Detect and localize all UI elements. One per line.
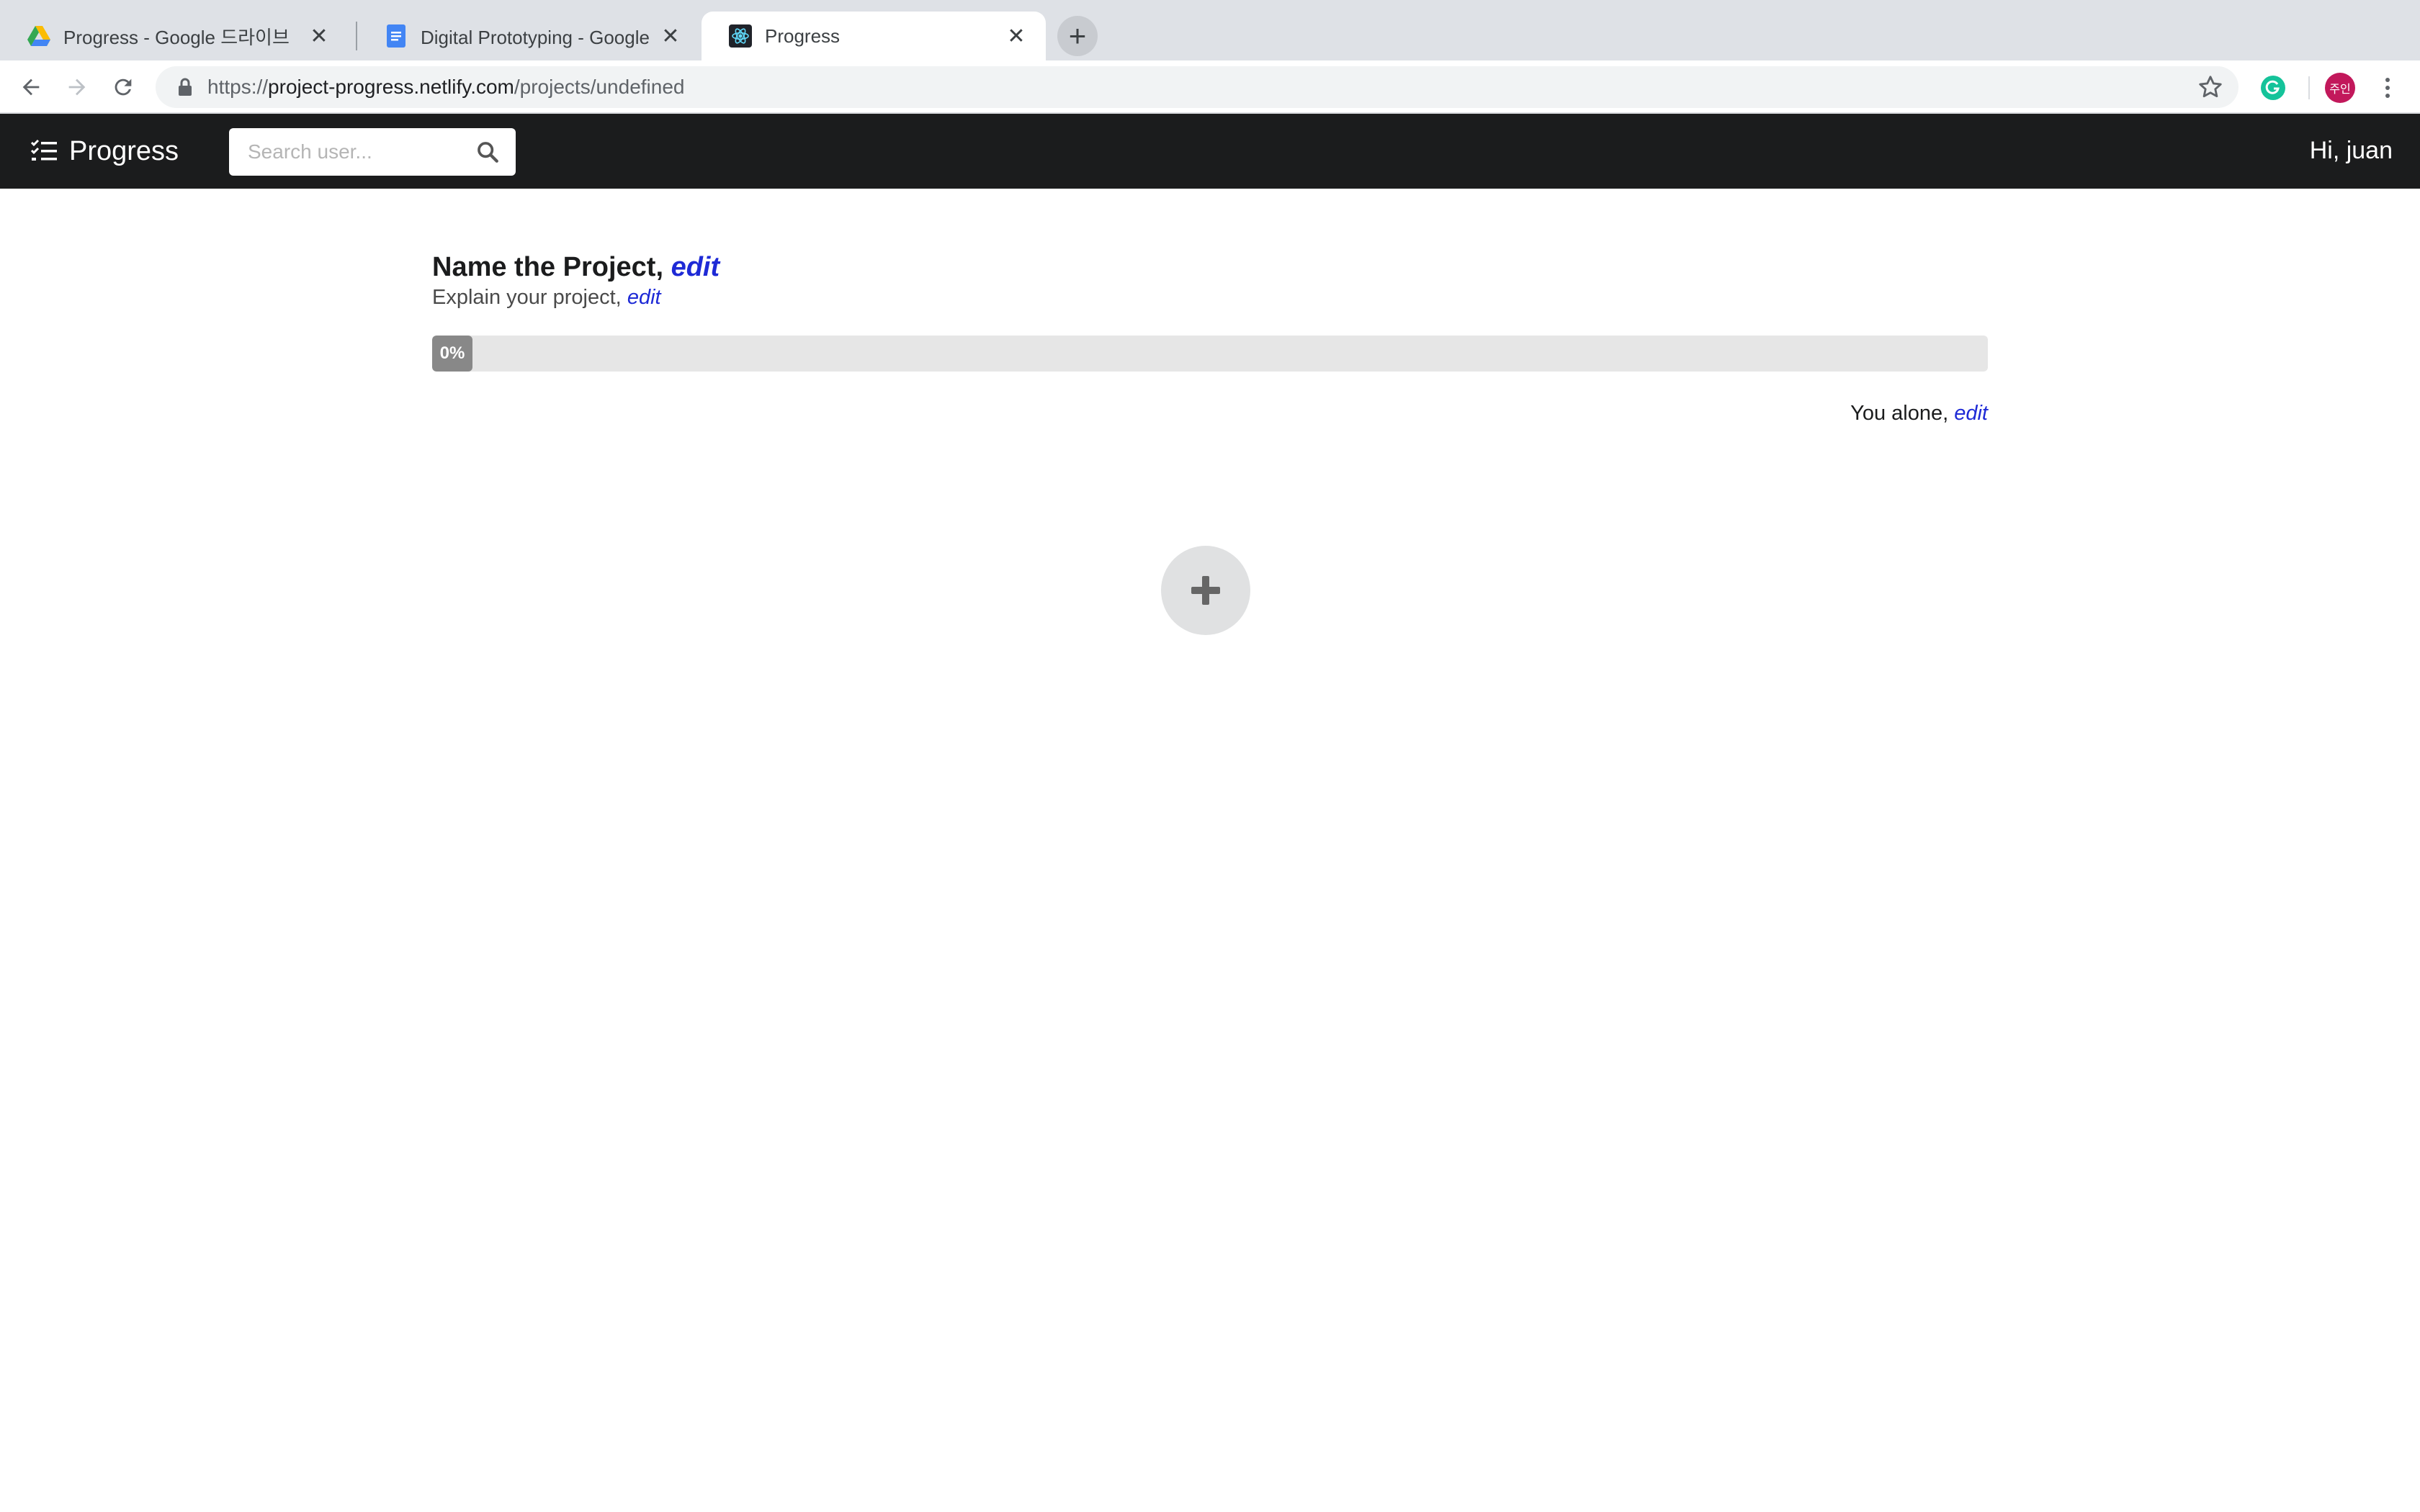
edit-description-link[interactable]: edit: [627, 286, 661, 309]
tasks-list-icon: [30, 139, 57, 161]
user-search-box[interactable]: [229, 128, 516, 176]
close-icon[interactable]: ✕: [658, 24, 683, 48]
browser-menu-button[interactable]: [2375, 73, 2400, 103]
url-text: https://project-progress.netlify.com/pro…: [207, 76, 685, 98]
back-button[interactable]: [13, 69, 49, 105]
browser-tab-title: Progress: [765, 24, 841, 47]
project-title: Name the Project, edit: [432, 252, 1988, 283]
toolbar-divider: [2308, 76, 2310, 99]
progress-label: 0%: [439, 343, 465, 363]
progress-fill: 0%: [432, 336, 472, 372]
browser-tab-strip: Progress - Google 드라이브 ✕ Digital Prototy…: [0, 0, 2420, 60]
lock-icon: [179, 78, 192, 96]
new-tab-button[interactable]: +: [1057, 16, 1098, 56]
add-task-button[interactable]: [1161, 546, 1250, 635]
brand-logo[interactable]: Progress: [30, 132, 179, 170]
reload-button[interactable]: [105, 69, 141, 105]
project-panel: Name the Project, edit Explain your proj…: [432, 252, 1988, 426]
plus-icon: [1191, 576, 1220, 605]
browser-tab-google-docs[interactable]: Digital Prototyping - Google 문서 ✕: [357, 12, 700, 60]
app-header: Progress Hi, juan: [0, 114, 2420, 189]
browser-toolbar: https://project-progress.netlify.com/pro…: [0, 60, 2420, 114]
browser-tab-progress[interactable]: Progress ✕: [702, 12, 1046, 60]
edit-title-link[interactable]: edit: [671, 252, 720, 282]
edit-members-link[interactable]: edit: [1954, 402, 1988, 425]
close-icon[interactable]: ✕: [307, 24, 331, 48]
address-bar[interactable]: https://project-progress.netlify.com/pro…: [156, 66, 2238, 108]
project-members: You alone, edit: [432, 402, 1988, 426]
project-description: Explain your project, edit: [432, 286, 1988, 310]
members-text: You alone,: [1850, 402, 1949, 425]
google-drive-icon: [27, 24, 50, 48]
browser-tab-google-drive[interactable]: Progress - Google 드라이브 ✕: [0, 12, 349, 60]
project-description-text: Explain your project,: [432, 286, 622, 309]
plus-icon: +: [1068, 19, 1087, 53]
user-greeting[interactable]: Hi, juan: [2310, 137, 2393, 165]
browser-tab-title: Digital Prototyping - Google 문서: [421, 26, 650, 48]
arrow-left-icon: [22, 78, 40, 96]
browser-tab-title: Progress - Google 드라이브: [63, 26, 290, 48]
arrow-right-icon: [68, 78, 86, 96]
forward-button[interactable]: [59, 69, 95, 105]
project-progress-bar: 0%: [432, 336, 1988, 372]
search-icon[interactable]: [475, 140, 500, 164]
google-docs-icon: [385, 24, 408, 48]
bookmark-star-icon[interactable]: [2197, 73, 2224, 101]
brand-name: Progress: [69, 135, 179, 166]
search-input[interactable]: [248, 140, 464, 163]
project-title-text: Name the Project,: [432, 252, 663, 282]
grammarly-extension-icon[interactable]: [2260, 75, 2286, 101]
close-icon[interactable]: ✕: [1004, 24, 1028, 48]
profile-avatar[interactable]: 주인: [2325, 73, 2355, 103]
reload-icon: [115, 78, 132, 96]
react-icon: [729, 24, 752, 48]
